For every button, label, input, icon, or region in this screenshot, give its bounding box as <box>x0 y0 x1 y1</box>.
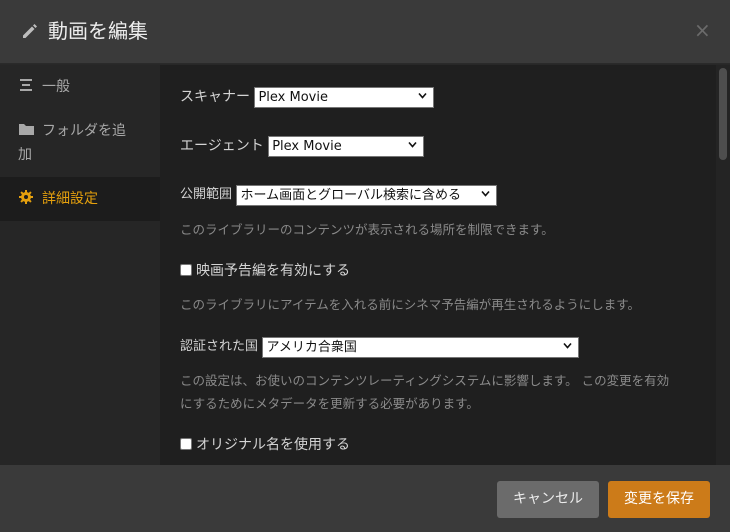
visibility-select[interactable]: ホーム画面とグローバル検索に含める <box>236 184 498 206</box>
chevron-down-icon <box>481 190 491 197</box>
scanner-value: Plex Movie <box>258 89 328 105</box>
country-value: アメリカ合衆国 <box>266 339 357 355</box>
settings-sidebar: 一般 フォルダを追 加 詳細設定 <box>0 65 160 465</box>
chevron-down-icon <box>418 92 428 99</box>
sidebar-item-general[interactable]: 一般 <box>0 65 160 109</box>
settings-panel: スキャナー Plex Movie エージェント Plex Movie 公開範囲 … <box>160 65 716 465</box>
visibility-value: ホーム画面とグローバル検索に含める <box>240 187 461 203</box>
agent-row: エージェント Plex Movie <box>180 135 425 157</box>
original-title-row: オリジナル名を使用する <box>180 434 350 456</box>
chevron-down-icon <box>563 342 573 349</box>
sidebar-item-advanced[interactable]: 詳細設定 <box>0 177 160 221</box>
scanner-label: スキャナー <box>180 89 250 105</box>
dialog-title: 動画を編集 <box>48 19 148 43</box>
save-changes-button[interactable]: 変更を保存 <box>608 481 710 518</box>
country-select[interactable]: アメリカ合衆国 <box>262 336 580 358</box>
trailers-row: 映画予告編を有効にする <box>180 260 350 282</box>
close-icon[interactable]: × <box>694 18 711 42</box>
trailers-help: このライブラリにアイテムを入れる前にシネマ予告編が再生されるようにします。 <box>180 297 641 312</box>
agent-value: Plex Movie <box>272 138 342 154</box>
country-help-line2: にするためにメタデータを更新する必要があります。 <box>180 396 479 411</box>
folder-icon <box>19 124 34 135</box>
chevron-down-icon <box>408 141 417 148</box>
gear-icon <box>19 190 33 204</box>
trailers-label: 映画予告編を有効にする <box>196 263 351 279</box>
edit-video-dialog: 動画を編集 × 一般 フォルダを追 加 詳細設定 スキャナー Plex Movi… <box>0 0 730 532</box>
original-title-label: オリジナル名を使用する <box>196 437 350 453</box>
sidebar-item-label-wrap: 加 <box>18 147 32 163</box>
visibility-help: このライブラリーのコンテンツが表示される場所を制限できます。 <box>180 222 554 237</box>
scrollbar-thumb[interactable] <box>719 68 727 160</box>
scanner-select[interactable]: Plex Movie <box>254 86 435 108</box>
sidebar-item-label: フォルダを追 <box>42 123 126 139</box>
country-help-line1: この設定は、お使いのコンテンツレーティングシステムに影響します。 この変更を有効 <box>180 373 670 388</box>
agent-label: エージェント <box>180 138 264 154</box>
pencil-icon <box>23 24 37 38</box>
dialog-header: 動画を編集 × <box>0 0 730 64</box>
visibility-row: 公開範囲 ホーム画面とグローバル検索に含める <box>180 184 498 206</box>
scanner-row: スキャナー Plex Movie <box>180 86 435 108</box>
sidebar-item-label: 詳細設定 <box>42 191 98 207</box>
sidebar-item-add-folder[interactable]: フォルダを追 加 <box>0 109 160 177</box>
sidebar-item-label: 一般 <box>42 79 70 95</box>
agent-select[interactable]: Plex Movie <box>268 135 425 157</box>
list-icon <box>20 79 32 91</box>
country-row: 認証された国 アメリカ合衆国 <box>180 336 580 358</box>
visibility-label: 公開範囲 <box>180 187 233 202</box>
cancel-button[interactable]: キャンセル <box>497 481 599 518</box>
country-label: 認証された国 <box>180 339 259 354</box>
original-title-checkbox[interactable] <box>180 438 192 450</box>
trailers-checkbox[interactable] <box>180 264 192 276</box>
dialog-footer: キャンセル 変更を保存 <box>0 465 730 532</box>
